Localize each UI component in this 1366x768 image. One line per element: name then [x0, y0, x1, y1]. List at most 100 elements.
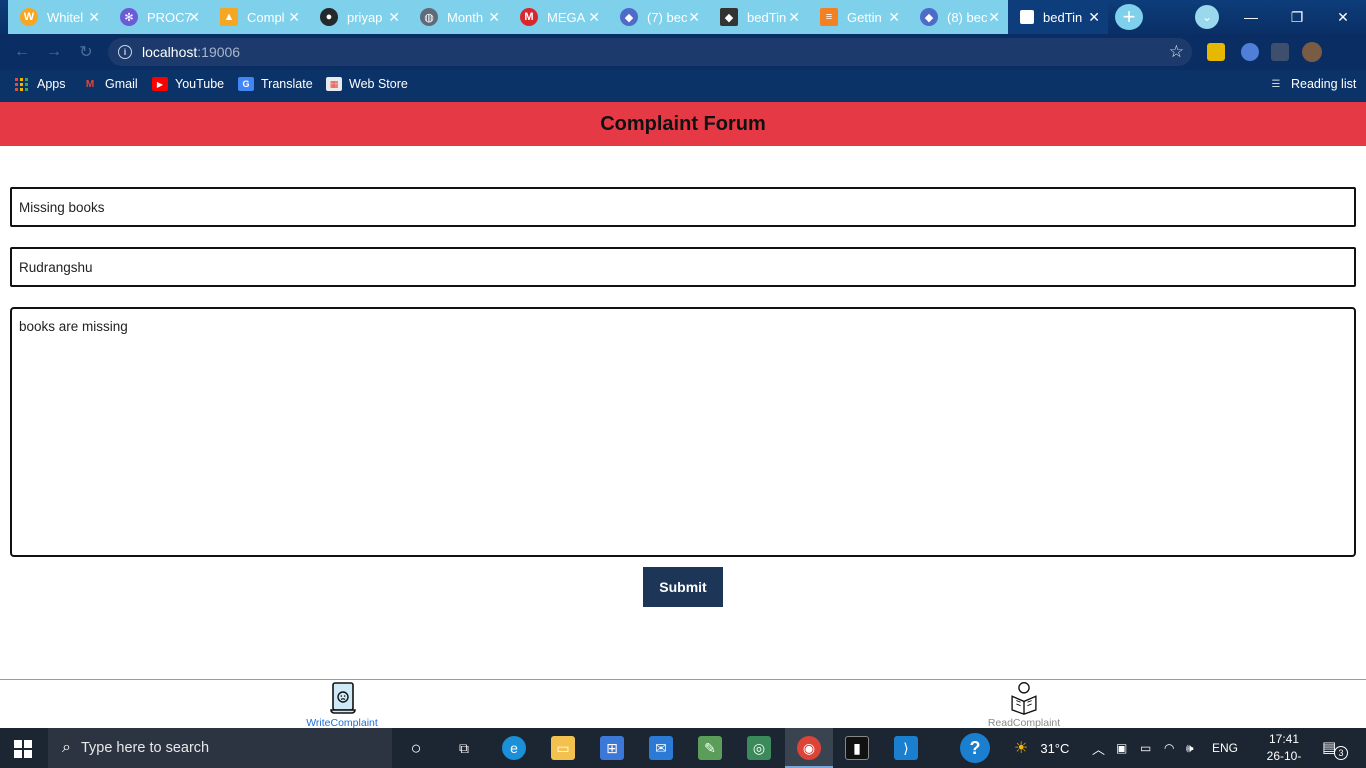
forward-icon[interactable]: → [44, 42, 64, 62]
close-icon[interactable]: ✕ [788, 9, 800, 26]
github-icon: ● [320, 8, 338, 26]
submit-button[interactable]: Submit [643, 567, 723, 607]
close-icon[interactable]: ✕ [388, 9, 400, 26]
browser-tab[interactable]: ◆ (7) bec ✕ [608, 0, 708, 34]
bookmark-label: Translate [261, 77, 313, 91]
webstore-icon: ▦ [326, 77, 342, 91]
bookmark-label: YouTube [175, 77, 225, 91]
address-bar[interactable]: i localhost:19006 ☆ [108, 38, 1192, 66]
browser-tab[interactable]: ▲ Compl ✕ [208, 0, 308, 34]
tab-read-complaint[interactable]: ReadComplaint [964, 680, 1084, 729]
mail-icon[interactable]: ✉ [649, 736, 673, 760]
reading-list-label: Reading list [1291, 77, 1357, 91]
page-icon [1020, 10, 1034, 24]
cortana-icon[interactable]: ○ [404, 736, 428, 760]
battery-icon[interactable]: ▭ [1140, 728, 1151, 768]
bookmark-apps[interactable]: Apps [15, 77, 66, 91]
tab-search-icon[interactable]: ⌄ [1195, 5, 1219, 29]
author-input[interactable]: Rudrangshu [10, 247, 1356, 287]
stackoverflow-icon: ≡ [820, 8, 838, 26]
close-icon[interactable]: ✕ [688, 9, 700, 26]
help-icon[interactable]: ? [960, 733, 990, 763]
close-icon[interactable]: ✕ [1088, 9, 1100, 26]
tab-title: priyap [347, 9, 383, 25]
apps-grid-icon [15, 77, 28, 91]
reload-icon[interactable]: ↻ [76, 42, 96, 62]
close-icon[interactable]: ✕ [88, 9, 100, 26]
bookmark-label: Gmail [105, 77, 138, 91]
close-window-icon[interactable]: ✕ [1320, 0, 1366, 34]
browser-tab-strip: W Whitel ✕ ✻ PROC7 ✕ ▲ Compl ✕ ● priyap … [0, 0, 1366, 34]
terminal-icon[interactable]: ▮ [845, 736, 869, 760]
weather-icon: ☀ [1014, 740, 1029, 757]
file-explorer-icon[interactable]: ▭ [551, 736, 575, 760]
browser-tab-active[interactable]: bedTin ✕ [1008, 0, 1108, 34]
tripadvisor-icon[interactable]: ◎ [747, 736, 771, 760]
bookmark-youtube[interactable]: ▶ YouTube [152, 77, 224, 91]
meet-icon[interactable]: ▣ [1116, 728, 1127, 768]
browser-tab[interactable]: W Whitel ✕ [8, 0, 108, 34]
tab-title: MEGA [547, 9, 586, 25]
browser-tab[interactable]: ◆ bedTin ✕ [708, 0, 808, 34]
author-input-value: Rudrangshu [19, 259, 93, 275]
minimize-icon[interactable]: — [1228, 0, 1274, 34]
edge-icon[interactable]: e [502, 736, 526, 760]
url-host: localhost [142, 44, 198, 60]
language-indicator[interactable]: ENG [1212, 728, 1238, 768]
chevron-up-icon[interactable]: ︿ [1092, 728, 1105, 768]
close-icon[interactable]: ✕ [588, 9, 600, 26]
weather-widget[interactable]: ☀ 31°C [1014, 728, 1069, 768]
windows-taskbar: ⌕ Type here to search ○ ⧉ e ▭ ⊞ ✉ ✎ ◎ ◉ … [0, 728, 1366, 768]
store-icon[interactable]: ⊞ [600, 736, 624, 760]
bookmark-webstore[interactable]: ▦ Web Store [326, 77, 408, 91]
browser-tab[interactable]: ● priyap ✕ [308, 0, 408, 34]
back-icon[interactable]: ← [12, 42, 32, 62]
clock-date: 26-10-2021 [1266, 749, 1302, 768]
close-icon[interactable]: ✕ [188, 9, 200, 26]
search-icon: ⌕ [62, 739, 71, 756]
task-view-icon[interactable]: ⧉ [452, 736, 476, 760]
browser-tab[interactable]: ◍ Month ✕ [408, 0, 508, 34]
description-textarea[interactable]: books are missing [10, 307, 1356, 557]
reader-icon [1011, 682, 1037, 715]
bookmark-gmail[interactable]: M Gmail [82, 77, 138, 91]
info-icon[interactable]: i [118, 45, 132, 59]
taskbar-search-input[interactable]: ⌕ Type here to search [48, 728, 392, 768]
tab-title: bedTin [747, 9, 787, 25]
browser-tab[interactable]: M MEGA ✕ [508, 0, 608, 34]
expo-icon: ◆ [620, 8, 638, 26]
bookmarks-bar: Apps M Gmail ▶ YouTube G Translate ▦ Web… [0, 70, 1366, 102]
browser-tab[interactable]: ≡ Gettin ✕ [808, 0, 908, 34]
title-input[interactable]: Missing books [10, 187, 1356, 227]
translate-icon: G [238, 77, 254, 91]
evernote-icon[interactable]: ✎ [698, 736, 722, 760]
gmail-icon: M [85, 78, 95, 90]
taskbar-clock[interactable]: 17:41 26-10-2021 [1254, 731, 1314, 768]
chrome-icon[interactable]: ◉ [797, 736, 821, 760]
browser-tab[interactable]: ◆ (8) bec ✕ [908, 0, 1008, 34]
avatar[interactable] [1302, 42, 1322, 62]
windows-start-icon[interactable] [14, 740, 32, 758]
close-icon[interactable]: ✕ [988, 9, 1000, 26]
vscode-icon[interactable]: ⟩ [894, 736, 918, 760]
reading-list-button[interactable]: ☰ Reading list [1268, 77, 1357, 91]
youtube-icon: ▶ [152, 77, 168, 91]
close-icon[interactable]: ✕ [488, 9, 500, 26]
download-extension-icon[interactable] [1207, 43, 1225, 61]
title-input-value: Missing books [19, 199, 105, 215]
bookmark-translate[interactable]: G Translate [238, 77, 313, 91]
new-tab-button[interactable]: + [1115, 4, 1143, 30]
volume-icon[interactable]: 🕪 [1186, 728, 1194, 768]
restore-icon[interactable]: ❐ [1274, 0, 1320, 34]
close-icon[interactable]: ✕ [288, 9, 300, 26]
tab-write-complaint[interactable]: WriteComplaint [282, 680, 402, 729]
puzzle-icon[interactable] [1271, 43, 1289, 61]
extension-icon[interactable] [1241, 43, 1259, 61]
bookmark-star-icon[interactable]: ☆ [1169, 42, 1184, 62]
search-placeholder: Type here to search [80, 740, 210, 756]
wifi-icon[interactable]: ◠ [1164, 728, 1174, 768]
browser-tab[interactable]: ✻ PROC7 ✕ [108, 0, 208, 34]
close-icon[interactable]: ✕ [888, 9, 900, 26]
scroll-icon [330, 682, 356, 714]
browser-toolbar: ← → ↻ i localhost:19006 ☆ [0, 34, 1366, 70]
